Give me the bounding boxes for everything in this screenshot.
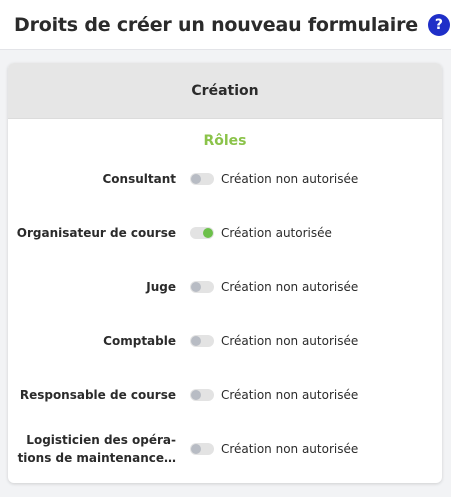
role-label: Comptable	[103, 334, 176, 348]
card-title: Création	[191, 82, 259, 99]
role-label-line: tions de maintenance…	[17, 451, 176, 465]
role-row-juge: Juge Création non autorisée	[8, 267, 442, 307]
toggle-knob	[191, 444, 201, 454]
permission-status: Création non autorisée	[221, 442, 359, 456]
permission-status: Création non autorisée	[221, 388, 359, 402]
permission-toggle[interactable]	[190, 227, 214, 239]
role-label-line: Logisticien des opéra-	[26, 433, 176, 447]
role-label: Organisateur de course	[16, 226, 176, 240]
permission-toggle[interactable]	[190, 173, 214, 185]
help-icon[interactable]: ?	[427, 13, 450, 36]
page-header: Droits de créer un nouveau formulaire ?	[0, 0, 451, 50]
toggle-knob	[191, 282, 201, 292]
toggle-knob	[191, 336, 201, 346]
permission-toggle[interactable]	[190, 335, 214, 347]
permission-toggle[interactable]	[190, 281, 214, 293]
creation-card: Création Rôles Consultant Création non a…	[8, 63, 442, 483]
role-row-organisateur: Organisateur de course Création autorisé…	[8, 213, 442, 253]
permission-status: Création non autorisée	[221, 280, 359, 294]
role-label: Responsable de course	[19, 388, 176, 402]
role-label: Logisticien des opéra- tions de maintena…	[8, 431, 176, 467]
page-title: Droits de créer un nouveau formulaire	[14, 13, 418, 36]
toggle-knob	[191, 390, 201, 400]
permission-toggle[interactable]	[190, 443, 214, 455]
role-label: Juge	[146, 280, 176, 294]
role-row-logisticien: Logisticien des opéra- tions de maintena…	[8, 429, 442, 469]
card-header: Création	[8, 63, 442, 119]
toggle-knob	[191, 174, 201, 184]
permission-status: Création autorisée	[221, 226, 332, 240]
role-label: Consultant	[102, 172, 176, 186]
role-row-responsable: Responsable de course Création non autor…	[8, 375, 442, 415]
roles-section-title: Rôles	[203, 133, 247, 149]
permission-status: Création non autorisée	[221, 334, 359, 348]
role-row-comptable: Comptable Création non autorisée	[8, 321, 442, 361]
permission-toggle[interactable]	[190, 389, 214, 401]
permission-status: Création non autorisée	[221, 172, 359, 186]
role-row-consultant: Consultant Création non autorisée	[8, 159, 442, 199]
toggle-knob	[203, 228, 213, 238]
